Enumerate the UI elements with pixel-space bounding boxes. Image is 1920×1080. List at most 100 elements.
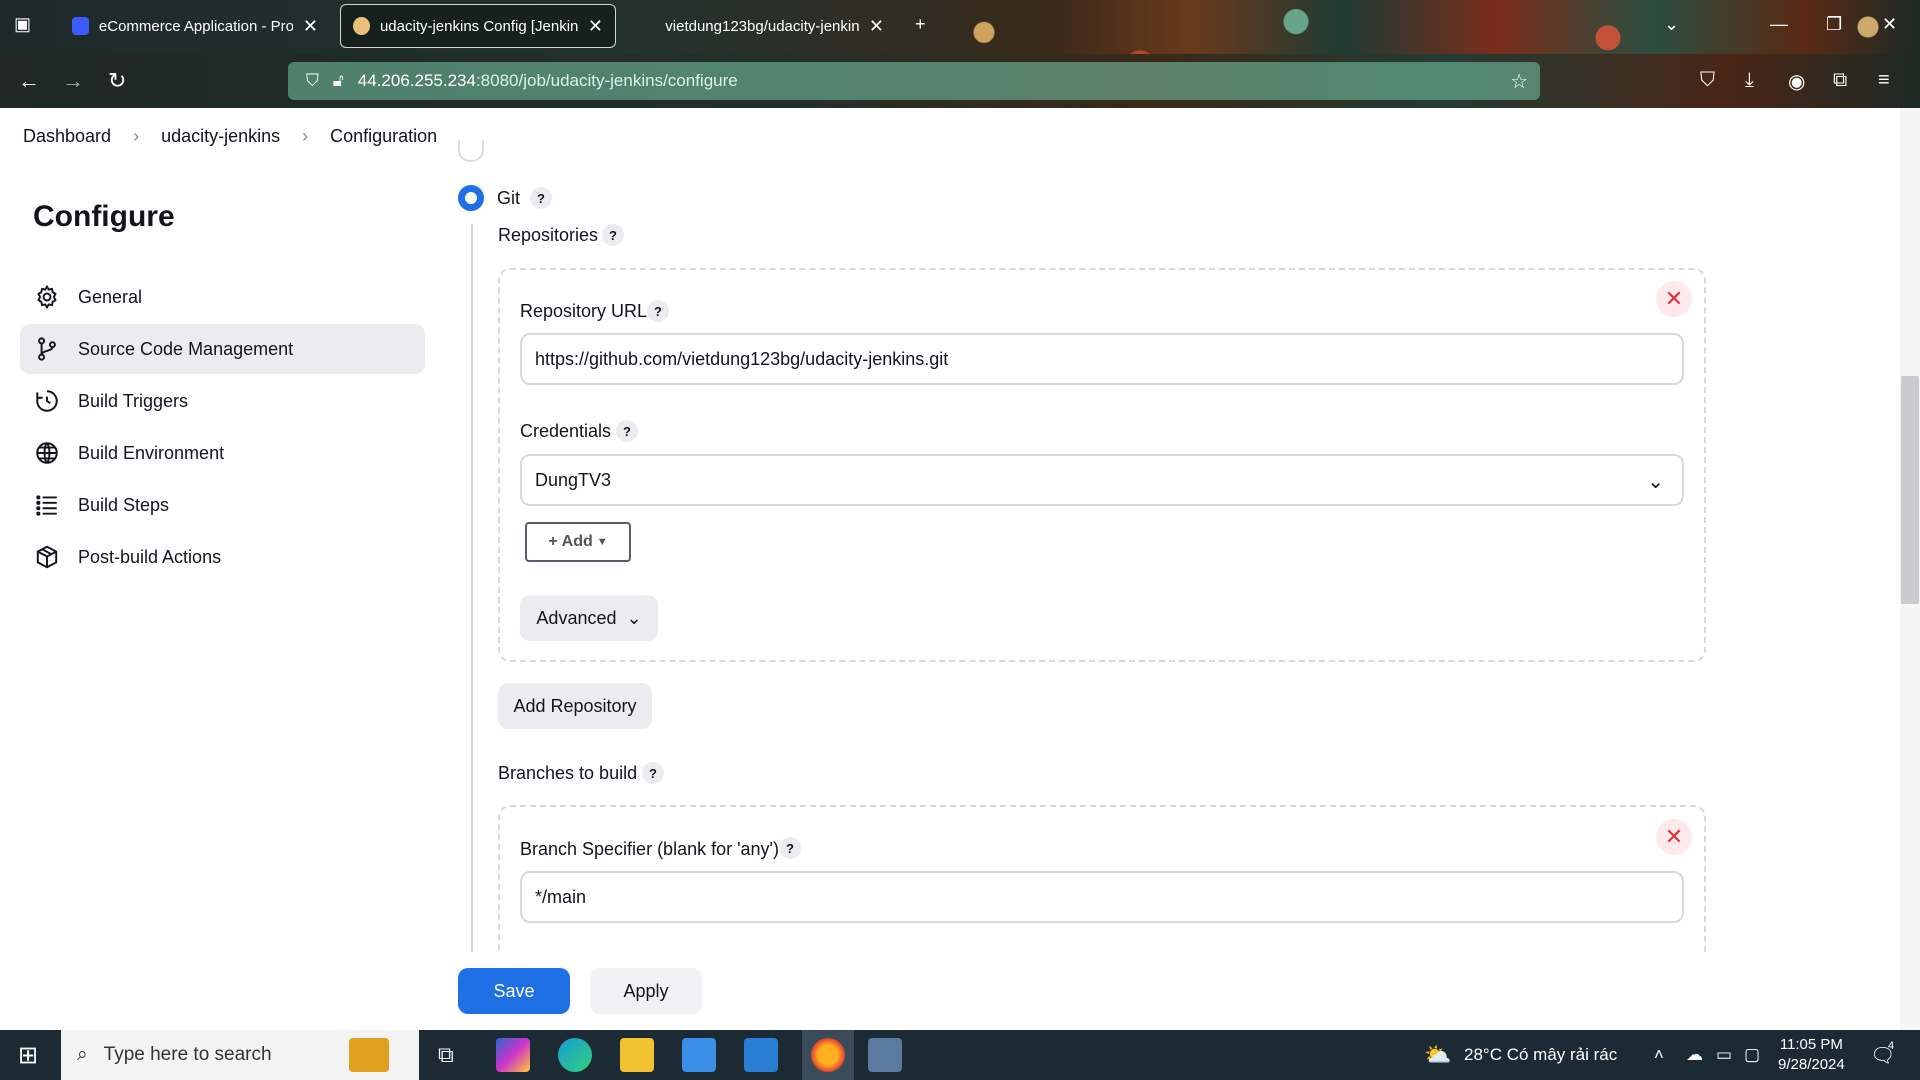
url-host: 44.206.255.234 xyxy=(357,71,476,90)
sidebar-item-label: General xyxy=(78,286,143,307)
chevron-right-icon: › xyxy=(133,125,140,146)
tab-github[interactable]: vietdung123bg/udacity-jenkins ✕ xyxy=(626,4,896,48)
new-tab-icon[interactable]: + xyxy=(915,14,926,35)
search-placeholder: Type here to search xyxy=(103,1044,272,1065)
remove-branch-icon[interactable]: ✕ xyxy=(1656,819,1692,855)
breadcrumb-job[interactable]: udacity-jenkins xyxy=(161,126,280,147)
restore-icon[interactable]: ❐ xyxy=(1826,14,1842,35)
download-icon[interactable]: ⤓ xyxy=(1745,69,1754,92)
address-bar[interactable]: ⛉ 🔓︎ 44.206.255.234:8080/job/udacity-jen… xyxy=(288,62,1540,100)
clock-time: 11:05 PM xyxy=(1779,1036,1843,1053)
tab-ecommerce[interactable]: eCommerce Application - Proje ✕ xyxy=(60,4,330,48)
network-app-icon[interactable] xyxy=(868,1038,902,1072)
sidebar-item-build-steps[interactable]: Build Steps xyxy=(20,480,425,530)
edge-icon[interactable] xyxy=(558,1038,592,1072)
task-view-icon[interactable]: ⧉ xyxy=(438,1030,454,1080)
git-label: Git xyxy=(497,188,521,208)
radio-none[interactable] xyxy=(458,140,484,162)
onedrive-icon[interactable]: ☁ xyxy=(1686,1030,1703,1080)
close-tab-icon[interactable]: ✕ xyxy=(588,16,603,37)
clock[interactable]: 11:05 PM 9/28/2024 xyxy=(1778,1030,1845,1080)
save-button[interactable]: Save xyxy=(458,968,570,1014)
browser-nav-bar: ← → ↻ ⛉ 🔓︎ 44.206.255.234:8080/job/udaci… xyxy=(0,54,1920,108)
help-repositories-icon[interactable]: ? xyxy=(602,224,624,246)
copilot-icon[interactable] xyxy=(496,1038,530,1072)
radio-git[interactable] xyxy=(458,185,484,211)
advanced-button[interactable]: Advanced ⌄ xyxy=(520,595,658,641)
page-scrollbar-thumb[interactable] xyxy=(1901,376,1919,604)
bookmark-star-icon[interactable]: ☆ xyxy=(1510,69,1528,94)
advanced-label: Advanced xyxy=(536,607,617,628)
mail-icon[interactable] xyxy=(744,1038,778,1072)
gear-icon xyxy=(37,284,57,310)
firefox-icon[interactable] xyxy=(811,1038,845,1072)
breadcrumb-dashboard[interactable]: Dashboard xyxy=(23,126,111,147)
notification-count: 4 xyxy=(1888,1040,1895,1052)
repository-url-input[interactable]: https://github.com/vietdung123bg/udacity… xyxy=(520,333,1684,385)
page-title: Configure xyxy=(33,200,175,233)
briefcase-icon xyxy=(349,1038,389,1072)
store-icon[interactable] xyxy=(682,1038,716,1072)
pocket-icon[interactable]: ⛉ xyxy=(1700,69,1715,92)
chevron-down-icon: ⌄ xyxy=(1647,471,1664,493)
taskbar: ⊞ ⌕ Type here to search ⧉ ⛅ 28°C Có mây … xyxy=(0,1030,1920,1080)
breadcrumb-configuration[interactable]: Configuration xyxy=(330,126,437,147)
shield-icon[interactable]: ⛉ xyxy=(306,71,319,91)
add-label: Add xyxy=(561,533,593,550)
tab-title: eCommerce Application - Proje xyxy=(98,17,293,35)
minimize-icon[interactable]: — xyxy=(1770,14,1788,35)
taskbar-search-input[interactable]: ⌕ Type here to search xyxy=(61,1030,419,1080)
help-git-icon[interactable]: ? xyxy=(530,187,552,209)
list-icon xyxy=(36,495,57,516)
reload-icon[interactable]: ↻ xyxy=(108,68,126,94)
sidebar-item-source-code-management[interactable]: Source Code Management xyxy=(20,324,425,374)
menu-icon[interactable]: ≡ xyxy=(1878,69,1890,92)
udacity-logo-icon xyxy=(72,17,89,35)
remove-repository-icon[interactable]: ✕ xyxy=(1656,281,1692,317)
weather-icon[interactable]: ⛅ xyxy=(1424,1030,1451,1080)
extensions-icon[interactable]: ⧉ xyxy=(1833,69,1847,92)
credentials-select[interactable]: DungTV3 ⌄ xyxy=(520,454,1684,506)
repository-url-label: Repository URL xyxy=(520,301,648,321)
notification-icon[interactable]: 🗨︎ xyxy=(1870,1030,1895,1080)
sidebar-item-build-environment[interactable]: Build Environment xyxy=(20,428,425,478)
tab-list-icon[interactable]: ▣ xyxy=(14,14,31,35)
branch-specifier-input[interactable]: */main xyxy=(520,871,1684,923)
help-repository-url-icon[interactable]: ? xyxy=(647,300,669,322)
add-repository-label: Add Repository xyxy=(513,695,637,716)
forward-icon[interactable]: → xyxy=(62,68,84,94)
add-credentials-button[interactable]: + Add ▼ xyxy=(525,522,631,562)
close-window-icon[interactable]: ✕ xyxy=(1882,14,1897,35)
sidebar-item-label: Build Triggers xyxy=(78,390,189,411)
caret-down-icon: ▼ xyxy=(596,536,608,548)
help-branches-icon[interactable]: ? xyxy=(642,762,664,784)
file-explorer-icon[interactable] xyxy=(620,1038,654,1072)
sidebar-item-build-triggers[interactable]: Build Triggers xyxy=(20,376,425,426)
account-icon[interactable]: ◉ xyxy=(1788,69,1805,94)
apply-button[interactable]: Apply xyxy=(590,968,702,1014)
chevron-up-icon[interactable]: ˄ xyxy=(1654,1030,1664,1080)
sidebar-item-general[interactable]: General xyxy=(20,272,425,322)
sidebar-item-label: Build Steps xyxy=(78,494,170,515)
chevron-down-icon[interactable]: ⌄ xyxy=(1664,14,1679,35)
globe-icon xyxy=(36,442,58,464)
branch-icon xyxy=(38,337,56,361)
add-repository-button[interactable]: Add Repository xyxy=(498,683,652,729)
sidebar-item-post-build-actions[interactable]: Post-build Actions xyxy=(20,532,425,582)
network-icon[interactable]: ▢ xyxy=(1744,1030,1760,1080)
help-credentials-icon[interactable]: ? xyxy=(616,420,638,442)
back-icon[interactable]: ← xyxy=(18,68,40,94)
help-branch-specifier-icon[interactable]: ? xyxy=(779,837,801,859)
weather-text[interactable]: 28°C Có mây rải rác xyxy=(1464,1030,1617,1080)
close-tab-icon[interactable]: ✕ xyxy=(869,16,884,37)
tab-jenkins-config[interactable]: udacity-jenkins Config [Jenkins] ✕ xyxy=(340,4,616,48)
battery-icon[interactable]: ▭ xyxy=(1716,1030,1732,1080)
bottom-action-bar xyxy=(0,952,1900,1030)
close-tab-icon[interactable]: ✕ xyxy=(303,16,318,37)
lock-icon[interactable]: 🔓︎ xyxy=(333,71,344,91)
sidebar-item-label: Build Environment xyxy=(78,442,225,463)
plus-icon: + xyxy=(548,533,558,550)
windows-start-icon[interactable]: ⊞ xyxy=(18,1030,38,1080)
clock-icon xyxy=(36,390,58,412)
branches-label: Branches to build xyxy=(498,763,638,783)
